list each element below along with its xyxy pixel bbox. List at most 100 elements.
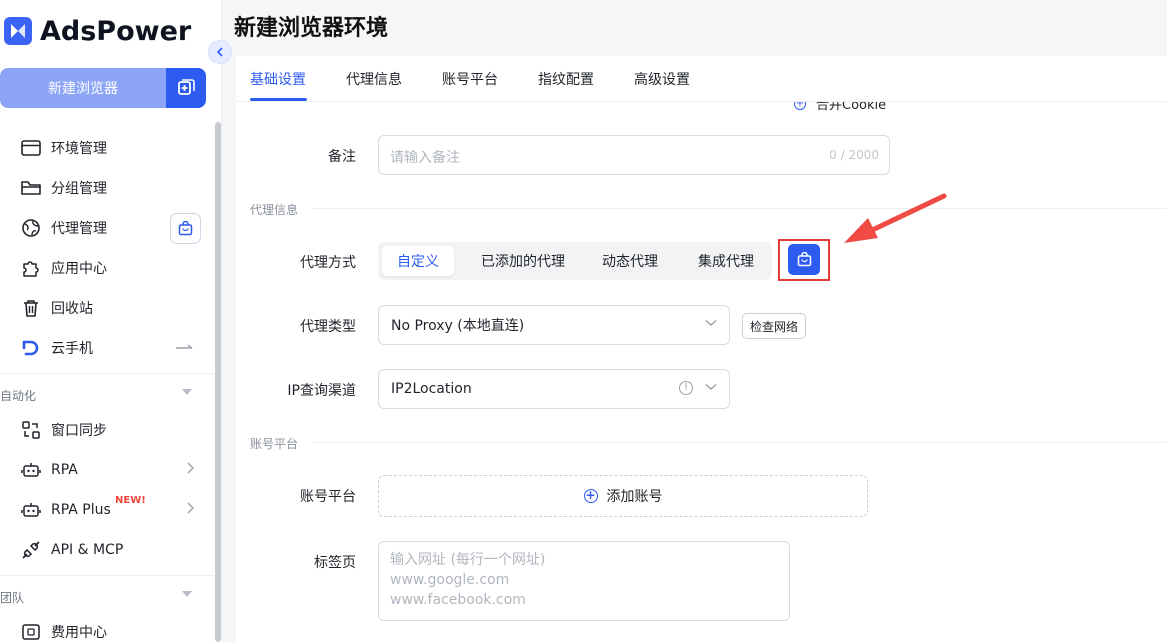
tab-bar: 基础设置 代理信息 账号平台 指纹配置 高级设置	[236, 56, 1167, 102]
trash-icon	[20, 297, 42, 319]
folder-icon	[20, 177, 42, 199]
chevron-down-icon	[705, 383, 717, 390]
robot-plus-icon	[20, 499, 42, 521]
caret-down-icon	[182, 389, 192, 395]
remark-placeholder: 请输入备注	[390, 150, 460, 166]
sidebar-item-label: 分组管理	[51, 181, 107, 197]
sidebar-scrollbar[interactable]	[215, 122, 221, 642]
merge-cookie-link[interactable]: + 合并Cookie	[794, 102, 886, 113]
tab-fingerprint[interactable]: 指纹配置	[538, 69, 594, 89]
sidebar-item-rpa[interactable]: RPA	[0, 450, 214, 490]
annotation-arrow-icon	[844, 193, 947, 243]
new-badge: NEW!	[115, 495, 146, 506]
remark-label: 备注	[328, 149, 356, 165]
section-divider	[312, 208, 1167, 209]
chevron-right-icon	[186, 462, 194, 478]
proxy-globe-icon	[20, 217, 42, 239]
adspower-logo-icon	[4, 17, 32, 45]
proxy-store-button[interactable]	[788, 244, 820, 275]
chevron-down-icon	[705, 319, 717, 326]
sidebar-item-rpa-plus[interactable]: RPA Plus NEW!	[0, 490, 214, 530]
window-sync-icon	[20, 419, 42, 441]
new-browser-button[interactable]: 新建浏览器	[0, 68, 166, 108]
add-account-button[interactable]: + 添加账号	[378, 475, 868, 517]
divider	[0, 373, 214, 374]
sidebar-item-environment[interactable]: 环境管理	[0, 128, 214, 168]
placeholder-line: www.facebook.com	[390, 592, 526, 608]
new-browser-group: 新建浏览器	[0, 68, 206, 108]
sidebar-item-api-mcp[interactable]: API & MCP	[0, 530, 214, 570]
collapse-sidebar-button[interactable]	[208, 40, 232, 64]
logo[interactable]: AdsPower	[4, 14, 191, 48]
proxy-method-segmented: 自定义 已添加的代理 动态代理 集成代理	[378, 242, 772, 280]
sidebar-item-label: 应用中心	[51, 261, 107, 277]
ip-channel-label: IP查询渠道	[287, 383, 356, 399]
sidebar-item-label: API & MCP	[51, 542, 124, 558]
logo-text: AdsPower	[40, 15, 192, 47]
sidebar-item-proxy[interactable]: 代理管理	[0, 208, 214, 248]
account-section-title: 账号平台	[250, 437, 299, 451]
sidebar-item-label: 回收站	[51, 301, 93, 317]
section-team-label: 团队	[0, 590, 25, 605]
proxy-option-integrated[interactable]: 集成代理	[684, 246, 768, 276]
sidebar-item-label: 代理管理	[51, 221, 107, 237]
form-card: 基础设置 代理信息 账号平台 指纹配置 高级设置 + 合并Cookie 备注 请…	[236, 56, 1167, 642]
placeholder-line: www.google.com	[390, 572, 510, 588]
merge-cookie-label: 合并Cookie	[816, 102, 887, 113]
info-icon[interactable]: !	[679, 381, 693, 395]
tabs-url-textarea[interactable]: 输入网址 (每行一个网址) www.google.com www.faceboo…	[378, 541, 790, 621]
remark-counter: 0 / 2000	[829, 148, 879, 162]
form-scroll-area: + 合并Cookie 备注 请输入备注 0 / 2000 代理信息 代理方式 自…	[236, 102, 1167, 642]
api-plug-icon	[20, 539, 42, 561]
puzzle-icon	[20, 257, 42, 279]
account-platform-label: 账号平台	[300, 489, 356, 505]
ip-channel-value: IP2Location	[391, 381, 472, 397]
proxy-option-dynamic[interactable]: 动态代理	[588, 246, 672, 276]
sidebar-item-billing[interactable]: 费用中心	[0, 612, 214, 642]
sidebar-item-label: 费用中心	[51, 625, 107, 641]
ip-channel-select[interactable]: IP2Location !	[378, 369, 730, 409]
chevron-left-icon	[216, 47, 223, 57]
tab-advanced[interactable]: 高级设置	[634, 69, 690, 89]
section-automation-label: 自动化	[0, 388, 37, 403]
add-copy-icon	[178, 79, 195, 95]
proxy-store-button[interactable]	[170, 213, 201, 244]
page-title: 新建浏览器环境	[234, 16, 389, 41]
sidebar-item-label: RPA	[51, 462, 78, 478]
batch-create-button[interactable]	[166, 68, 206, 108]
tab-active-indicator	[250, 98, 307, 101]
sidebar-item-label: 环境管理	[51, 141, 107, 157]
check-network-button[interactable]: 检查网络	[742, 313, 806, 339]
sidebar-item-groups[interactable]: 分组管理	[0, 168, 214, 208]
sidebar-item-trash[interactable]: 回收站	[0, 288, 214, 328]
proxy-section-title: 代理信息	[250, 203, 299, 217]
remark-input[interactable]: 请输入备注 0 / 2000	[378, 135, 890, 175]
caret-down-icon	[182, 591, 192, 597]
sidebar-item-cloud-phone[interactable]: 云手机	[0, 328, 214, 368]
tab-proxy-info[interactable]: 代理信息	[346, 69, 402, 89]
proxy-option-custom[interactable]: 自定义	[382, 246, 454, 276]
proxy-option-added[interactable]: 已添加的代理	[468, 246, 578, 276]
sidebar: AdsPower 新建浏览器 环境管理 分组管理 代理管理 应用中心 回收站 云…	[0, 0, 222, 642]
proxy-type-label: 代理类型	[300, 319, 356, 335]
tab-basic-settings[interactable]: 基础设置	[250, 69, 306, 89]
sidebar-item-label: RPA Plus	[51, 502, 111, 518]
plus-circle-icon: +	[794, 102, 806, 110]
tab-account-platform[interactable]: 账号平台	[442, 69, 498, 89]
robot-icon	[20, 459, 42, 481]
section-team[interactable]: 团队	[0, 582, 214, 612]
section-divider	[312, 442, 1167, 443]
sidebar-item-window-sync[interactable]: 窗口同步	[0, 410, 214, 450]
browser-window-icon	[20, 137, 42, 159]
section-automation[interactable]: 自动化	[0, 380, 214, 410]
main-area: 新建浏览器环境 基础设置 代理信息 账号平台 指纹配置 高级设置 + 合并Coo…	[222, 0, 1167, 642]
shopping-bag-icon	[178, 221, 193, 236]
cloud-phone-icon	[20, 337, 42, 359]
proxy-type-select[interactable]: No Proxy (本地直连)	[378, 305, 730, 345]
sidebar-item-label: 云手机	[51, 341, 93, 357]
app-root: AdsPower 新建浏览器 环境管理 分组管理 代理管理 应用中心 回收站 云…	[0, 0, 1167, 642]
chevron-right-icon	[186, 502, 194, 518]
sidebar-item-app-center[interactable]: 应用中心	[0, 248, 214, 288]
tabs-placeholder: 输入网址 (每行一个网址) www.google.com www.faceboo…	[390, 550, 545, 610]
placeholder-line: 输入网址 (每行一个网址)	[390, 552, 546, 568]
